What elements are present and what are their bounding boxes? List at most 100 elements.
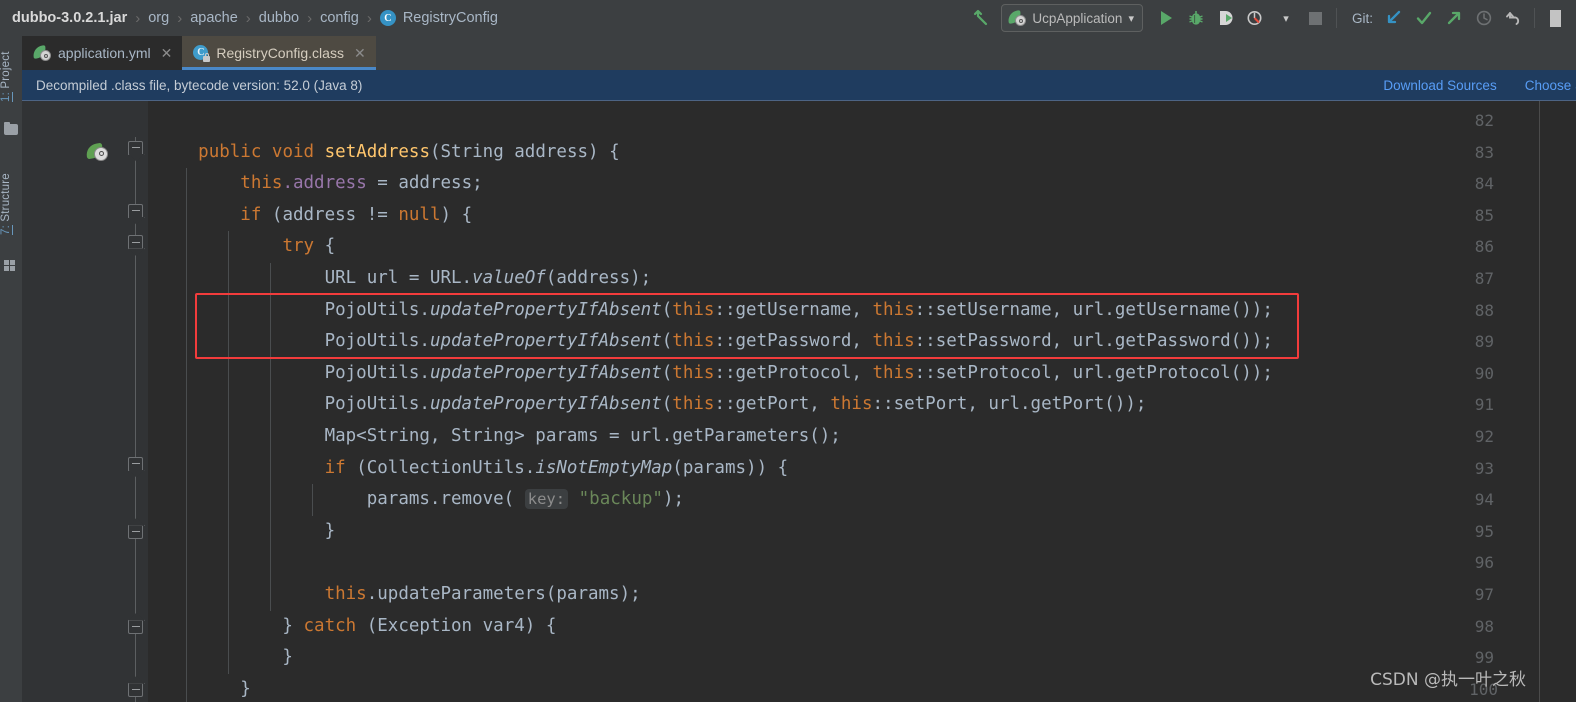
fold-collapse-icon[interactable]: [128, 456, 143, 471]
line-number: 93: [1474, 458, 1494, 478]
breadcrumb-item-class[interactable]: C RegistryConfig: [379, 10, 498, 26]
spring-bean-gutter-icon[interactable]: [84, 142, 108, 161]
line-number: 82: [1474, 111, 1494, 130]
breadcrumb-item-config[interactable]: config: [320, 10, 359, 26]
git-label: Git:: [1351, 10, 1373, 26]
fold-guide: [135, 263, 136, 295]
line-number: 95: [1474, 521, 1494, 541]
code-line[interactable]: Map<String, String> params = url.getPara…: [156, 421, 841, 453]
breadcrumb-item-org[interactable]: org: [148, 10, 169, 26]
fold-guide: [135, 357, 136, 390]
code-token: ::setUsername, url.getUsername());: [914, 299, 1273, 320]
tab-label: application.yml: [58, 45, 151, 61]
project-tab-number: 1:: [0, 92, 12, 103]
git-push-button[interactable]: [1439, 3, 1469, 33]
code-line[interactable]: URL url = URL.valueOf(address);: [156, 263, 652, 295]
code-line[interactable]: PojoUtils.updatePropertyIfAbsent(this::g…: [156, 326, 1273, 358]
code-line[interactable]: this.updateParameters(params);: [156, 579, 641, 611]
code-line[interactable]: }: [156, 516, 336, 548]
choose-sources-link[interactable]: Choose S: [1525, 78, 1576, 93]
line-number: 97: [1474, 585, 1494, 604]
code-line[interactable]: PojoUtils.updatePropertyIfAbsent(this::g…: [156, 295, 1273, 327]
breadcrumb-separator: ›: [135, 9, 141, 27]
code-token: isNotEmptyMap: [535, 457, 673, 478]
stop-button[interactable]: [1301, 3, 1331, 33]
main-toolbar: dubbo-3.0.2.1.jar › org › apache › dubbo…: [0, 0, 1576, 36]
code-line[interactable]: if (address != null) {: [156, 200, 472, 232]
class-icon: C: [379, 10, 396, 26]
run-with-coverage-button[interactable]: [1211, 3, 1241, 33]
code-line[interactable]: PojoUtils.updatePropertyIfAbsent(this::g…: [156, 358, 1273, 390]
git-update-project-button[interactable]: [1379, 3, 1409, 33]
code-line[interactable]: public void setAddress(String address) {: [156, 137, 620, 169]
code-line[interactable]: }: [156, 642, 293, 674]
tab-bar-filler: [375, 36, 1576, 70]
code-token: (CollectionUtils.: [345, 457, 536, 478]
spring-boot-icon: [1007, 10, 1027, 26]
code-token: ) {: [440, 204, 473, 225]
code-token: this: [872, 362, 915, 383]
code-token: (address !=: [261, 204, 399, 225]
run-configuration-label: UcpApplication: [1032, 10, 1123, 26]
folder-icon: [4, 122, 18, 135]
sidebar-item-structure[interactable]: 7: Structure: [0, 158, 22, 250]
profile-dropdown-button[interactable]: ▾: [1271, 3, 1301, 33]
line-number: 90: [1474, 363, 1494, 383]
arrow-up-right-icon: [1447, 11, 1461, 25]
code-line[interactable]: if (CollectionUtils.isNotEmptyMap(params…: [156, 453, 789, 485]
debug-button[interactable]: [1181, 3, 1211, 33]
breadcrumb-item-apache[interactable]: apache: [190, 10, 238, 26]
code-line[interactable]: PojoUtils.updatePropertyIfAbsent(this::g…: [156, 389, 1147, 421]
code-token: (: [661, 299, 673, 320]
git-rollback-button[interactable]: [1499, 3, 1529, 33]
code-token: ::getUsername,: [714, 299, 873, 320]
code-token: );: [662, 489, 685, 510]
close-icon[interactable]: ✕: [354, 45, 366, 62]
search-everywhere-button[interactable]: [1540, 3, 1570, 33]
code-line[interactable]: params.remove( key: "backup");: [156, 484, 684, 516]
fold-dash: [132, 688, 140, 690]
tab-application-yml[interactable]: application.yml ✕: [22, 36, 183, 70]
fold-end-icon[interactable]: [128, 619, 143, 634]
profile-button[interactable]: [1241, 3, 1271, 33]
fold-end-icon[interactable]: [128, 524, 143, 539]
fold-collapse-icon[interactable]: [128, 203, 143, 218]
breadcrumb-separator: ›: [245, 9, 251, 27]
code-line[interactable]: this.address = address;: [156, 168, 483, 200]
tab-registryconfig-class[interactable]: C RegistryConfig.class ✕: [182, 36, 377, 70]
code-token: ::getProtocol,: [714, 362, 873, 383]
download-sources-link[interactable]: Download Sources: [1383, 78, 1496, 93]
fold-dash: [132, 210, 140, 212]
fold-collapse-icon[interactable]: [128, 140, 143, 155]
code-token: "backup": [578, 489, 663, 510]
clock-icon: [1476, 10, 1492, 26]
code-token: ::setPassword, url.getPassword());: [914, 331, 1273, 352]
back-arrow-button[interactable]: [967, 3, 997, 33]
fold-dash: [132, 625, 140, 627]
search-icon: [1549, 9, 1561, 27]
breadcrumb-item-jar[interactable]: dubbo-3.0.2.1.jar: [12, 10, 127, 26]
run-button[interactable]: [1151, 3, 1181, 33]
fold-collapse-icon[interactable]: [128, 235, 143, 250]
sidebar-item-project[interactable]: 1: Project: [0, 40, 22, 114]
editor-gutter[interactable]: [22, 101, 148, 702]
code-token: void: [271, 141, 315, 162]
run-configuration-selector[interactable]: UcpApplication ▾: [1001, 4, 1143, 32]
git-history-button[interactable]: [1469, 3, 1499, 33]
fold-end-icon[interactable]: [128, 682, 143, 697]
breadcrumb-item-dubbo[interactable]: dubbo: [259, 10, 299, 26]
code-line[interactable]: }: [156, 674, 251, 702]
code-token: = address;: [366, 173, 483, 194]
code-token: setAddress: [324, 141, 430, 162]
code-token: if: [240, 204, 262, 225]
code-line[interactable]: } catch (Exception var4) {: [156, 611, 556, 643]
code-token: (address);: [545, 268, 652, 288]
close-icon[interactable]: ✕: [161, 45, 173, 62]
chevron-down-icon: ▾: [1128, 12, 1134, 25]
code-editor[interactable]: 82 83 public void setAddress(String addre…: [22, 101, 1576, 702]
code-line[interactable]: try {: [156, 231, 335, 263]
line-number: 92: [1474, 427, 1494, 446]
line-number: 85: [1474, 205, 1494, 225]
git-commit-button[interactable]: [1409, 3, 1439, 33]
code-token: (String address) {: [429, 141, 620, 162]
